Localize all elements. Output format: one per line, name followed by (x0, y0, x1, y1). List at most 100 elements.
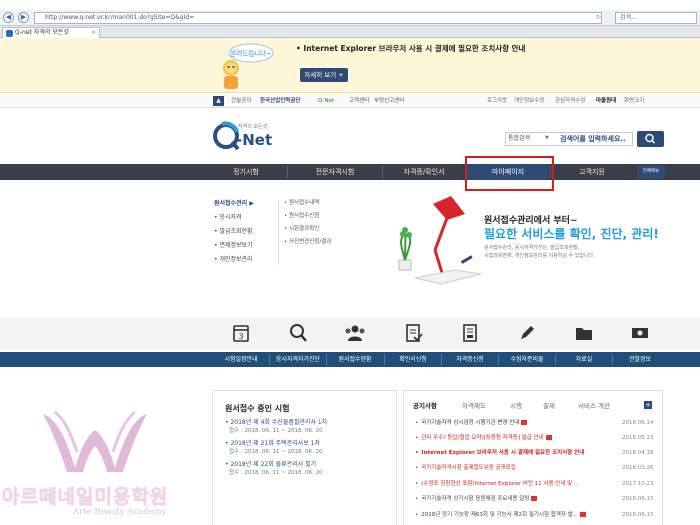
forward-button[interactable]: ▶ (18, 12, 29, 23)
notice-row[interactable]: • Internet Explorer 브라우저 사용 시 결제에 필요한 조치사… (415, 449, 605, 457)
refresh-icon[interactable]: ↻ (596, 14, 601, 21)
top-up-icon[interactable]: ▲ (213, 96, 224, 106)
application-dates: 접수 : 2018. 06. 11 ~ 2018. 06. 20 (229, 428, 323, 434)
qnet-mini-logo[interactable]: Q-Net (318, 96, 334, 106)
notice-more-button[interactable]: 자세히 보기 + (300, 68, 348, 82)
application-item[interactable]: • 2018년 제 21회 주택관리사보 1차 (225, 440, 320, 448)
close-tab-icon[interactable]: × (91, 28, 96, 38)
folder-icon[interactable] (573, 322, 595, 344)
notice-message: • Internet Explorer 브라우저 사용 시 결제에 필요한 조치… (296, 44, 526, 53)
notice-row[interactable]: • 국가기술자격시험 출제합도위원 공개모집 (415, 464, 605, 472)
promo-line: 시험과목면제, 개인정보관리를 이용하실 수 있습니다. (484, 253, 595, 259)
submenu-eligibility[interactable]: • 응시자격 (214, 214, 242, 222)
quick-preparation[interactable]: 수험자준비물 (497, 352, 557, 367)
notice-row[interactable]: • 관리 우수! 등업(협업 요약)[장창청 자격증] 발급 안내 (415, 434, 605, 442)
notice-row-text: Internet Explorer 브라우저 사용 시 결제에 필요한 조치사항… (421, 450, 585, 456)
browser-search-input[interactable]: 검색... (615, 12, 697, 24)
nav-divider (287, 166, 288, 178)
submenu-apply[interactable]: • 원서접수신청 (284, 212, 319, 220)
promo-subheading: 필요한 서비스를 확인, 진단, 관리! (484, 227, 659, 241)
util-link-customer[interactable]: 고객센터 (349, 96, 369, 106)
search-input[interactable]: 검색어를 입력하세요.. (560, 134, 626, 144)
nav-certificate[interactable]: 자격증/확인서 (383, 164, 465, 180)
submenu-photo-change[interactable]: • 사진변경신청/결과 (284, 238, 331, 246)
nav-professional-exam[interactable]: 전문자격시험 (289, 164, 381, 180)
magnifier-icon[interactable] (287, 322, 309, 344)
interest-cert-link[interactable]: 관심자격수정 (555, 96, 585, 106)
browser-address-bar: ◀ ▶ http://www.q-net.or.kr/man001.do?gSi… (0, 10, 700, 26)
submenu-exemption[interactable]: • 면제정보보기 (214, 242, 253, 250)
notice-row-text: 국가기술자격 상기시험 응원채점 주요내용 알림 (421, 496, 530, 502)
document-check-icon[interactable] (402, 322, 424, 344)
application-item[interactable]: • 2018년 제 4회 수산물품질관리사 1차 (225, 419, 327, 427)
quick-application-status[interactable]: 원서접수현황 (325, 352, 385, 367)
notice-row-text: (수정포 장창현상 포함)Internet Explorer 버전 11 사용 … (421, 481, 580, 487)
money-icon[interactable] (629, 322, 651, 344)
quick-self-diagnosis[interactable]: 응시자격자가진단 (268, 352, 328, 367)
watermark-korean: 아르떼네일미용학원 (2, 486, 169, 508)
util-link-notice[interactable]: 건설공지 (231, 96, 251, 106)
quick-archive[interactable]: 자료실 (554, 352, 614, 367)
quick-confirmation-request[interactable]: 확인서신청 (383, 352, 443, 367)
calendar-number: 3 (238, 332, 243, 341)
nav-regular-exam[interactable]: 정기시험 (205, 164, 287, 180)
notice-row[interactable]: • 2018년 정기 기능장 제63회 및 기능사 제2회 필기시험 합격자 발.… (415, 511, 605, 519)
notice-row[interactable]: • 국가기술자격 상시검정 시행기관 변경 안내 (415, 419, 605, 427)
new-badge-icon (531, 496, 538, 501)
tab-notices[interactable]: 공지사항 (413, 402, 437, 411)
notice-row-text: 국가기술자격 상시검정 시행기관 변경 안내 (421, 420, 520, 426)
logout-link[interactable]: 로그아웃 (487, 96, 507, 106)
calendar-icon[interactable]: 3 (230, 322, 252, 344)
screen-size-link[interactable]: 화면크기 (624, 96, 644, 106)
submenu-issuance-status[interactable]: • 발급조회현황 (214, 228, 253, 236)
hrdk-logo-link[interactable]: 한국산업인력공단 (260, 96, 300, 106)
tab-questions[interactable]: 출제 (543, 402, 555, 411)
notice-board-panel (403, 390, 663, 525)
notice-row[interactable]: • 국가기술자격 상기시험 응원채점 주요내용 알림 (415, 495, 605, 503)
back-button[interactable]: ◀ (3, 12, 14, 23)
search-category-select[interactable]: 통합검색 (508, 134, 530, 144)
application-item[interactable]: • 2018년 제 22회 물류관리사 필기 (225, 461, 316, 469)
url-input[interactable]: http://www.q-net.or.kr/man001.do?gSite=Q… (34, 12, 602, 24)
quick-exam-schedule[interactable]: 시험일정안내 (211, 352, 271, 367)
tab-service-improvement[interactable]: 서비스 개선 (578, 402, 610, 411)
tab-implementation[interactable]: 시행 (510, 402, 522, 411)
desk-lamp-illustration-icon (398, 196, 482, 285)
all-menu-button[interactable]: 전체메뉴 (637, 165, 665, 179)
pencil-icon[interactable] (516, 322, 538, 344)
watermark-english: Arte Beauty Academy (73, 507, 167, 517)
mypage-highlight-box (465, 156, 554, 191)
quick-related-info[interactable]: 관찰정보 (610, 352, 670, 367)
notice-row-date: 2018.04.18 (622, 450, 654, 456)
util-link-report[interactable]: 부정신고센터 (374, 96, 404, 106)
academy-watermark-logo-icon (43, 410, 147, 472)
submenu-result-check[interactable]: • 시험결과확인 (284, 225, 319, 233)
new-badge-icon (521, 420, 528, 425)
notice-character-icon: 알려드립니다~ (223, 43, 274, 89)
quick-certificate-request[interactable]: 자격증신청 (440, 352, 500, 367)
submenu-personal-info[interactable]: • 개인정보관리 (214, 256, 253, 264)
notice-row-text: 관리 우수! 등업(협업 요약)[장창청 자격증] 발급 안내 (421, 435, 544, 441)
mypage-link[interactable]: 마을원대 (596, 96, 616, 106)
certificate-icon[interactable] (459, 322, 481, 344)
chevron-down-icon[interactable]: ▼ (545, 135, 549, 141)
submenu-application-history[interactable]: • 원서접수내역 (284, 199, 319, 207)
notice-row[interactable]: • (수정포 장창현상 포함)Internet Explorer 버전 11 사용… (415, 480, 605, 488)
search-button[interactable] (637, 131, 664, 147)
submenu-application-mgmt[interactable]: 원서접수관리 ▶ (214, 200, 254, 208)
nav-support[interactable]: 고객지원 (551, 164, 633, 180)
notice-row-date: 2018.06.15 (622, 496, 654, 502)
people-icon[interactable] (344, 322, 366, 344)
application-dates: 접수 : 2018. 06. 11 ~ 2018. 06. 20 (229, 470, 323, 476)
tab-qualification-system[interactable]: 자격제도 (462, 402, 486, 411)
notice-row-text: 2018년 정기 기능장 제63회 및 기능사 제2회 필기시험 합격자 발..… (421, 512, 579, 518)
new-badge-icon (580, 512, 587, 517)
notice-row-text: 국가기술자격시험 출제합도위원 공개모집 (421, 465, 516, 471)
browser-tab[interactable]: Q-net 자격의 모든것 × (2, 27, 100, 38)
notices-more-button[interactable]: + (644, 401, 652, 409)
qnet-favicon-icon (6, 30, 13, 37)
notice-row-date: 2018.05.23 (622, 435, 654, 441)
logo-subtitle: 자격의 모든것 (238, 124, 268, 130)
notice-row-date: 2017.10.23 (622, 481, 654, 487)
edit-profile-link[interactable]: 개인정보수정 (514, 96, 544, 106)
